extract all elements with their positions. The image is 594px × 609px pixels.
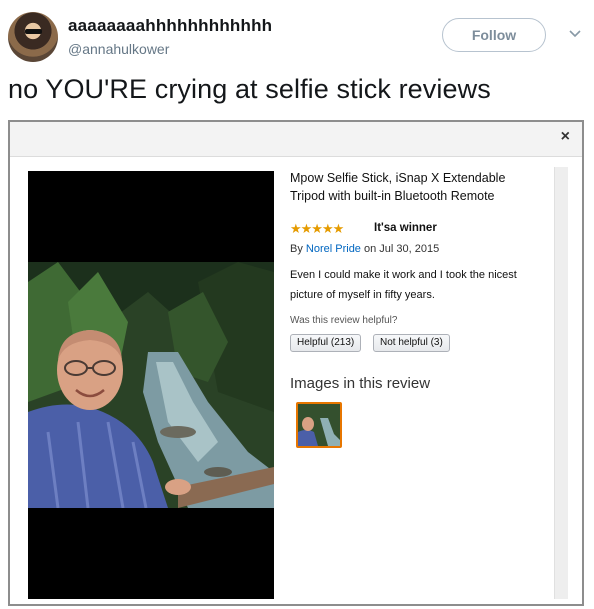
tweet-text: no YOU'RE crying at selfie stick reviews	[8, 74, 491, 104]
not-helpful-button[interactable]: Not helpful (3)	[373, 334, 450, 352]
review-photo-viewer	[28, 171, 274, 599]
close-icon[interactable]: ×	[561, 128, 570, 146]
modal-titlebar: ×	[10, 122, 582, 156]
modal-body: Mpow Selfie Stick, iSnap X Extendable Tr…	[10, 156, 582, 604]
byline-prefix: By	[290, 243, 303, 255]
product-title[interactable]: Mpow Selfie Stick, iSnap X Extendable Tr…	[290, 169, 540, 205]
review-date: on Jul 30, 2015	[364, 243, 440, 255]
images-heading: Images in this review	[290, 375, 431, 392]
user-handle[interactable]: @annahulkower	[68, 41, 169, 57]
chevron-down-icon[interactable]	[568, 27, 582, 41]
review-image-thumbnail[interactable]	[296, 402, 342, 448]
display-name[interactable]: aaaaaaaahhhhhhhhhhhh	[68, 16, 272, 36]
tweet-header: aaaaaaaahhhhhhhhhhhh @annahulkower Follo…	[8, 10, 586, 66]
helpful-button[interactable]: Helpful (213)	[290, 334, 362, 352]
star-rating: ★★★★★	[290, 221, 344, 236]
review-body: Even I could make it work and I took the…	[290, 269, 517, 301]
follow-button[interactable]: Follow	[442, 18, 546, 52]
review-byline: By Norel Pride on Jul 30, 2015	[290, 243, 439, 255]
review-headline[interactable]: It'sa winner	[374, 222, 437, 234]
review-author-link[interactable]: Norel Pride	[306, 243, 361, 255]
helpful-question: Was this review helpful?	[290, 315, 398, 326]
modal-scrollbar[interactable]	[554, 167, 568, 599]
avatar[interactable]	[8, 12, 58, 62]
review-screenshot: × Mpow Selfie Stick, iSnap X Extendable …	[8, 120, 584, 606]
customer-selfie-photo	[28, 262, 274, 508]
sunglasses-detail	[25, 29, 42, 34]
